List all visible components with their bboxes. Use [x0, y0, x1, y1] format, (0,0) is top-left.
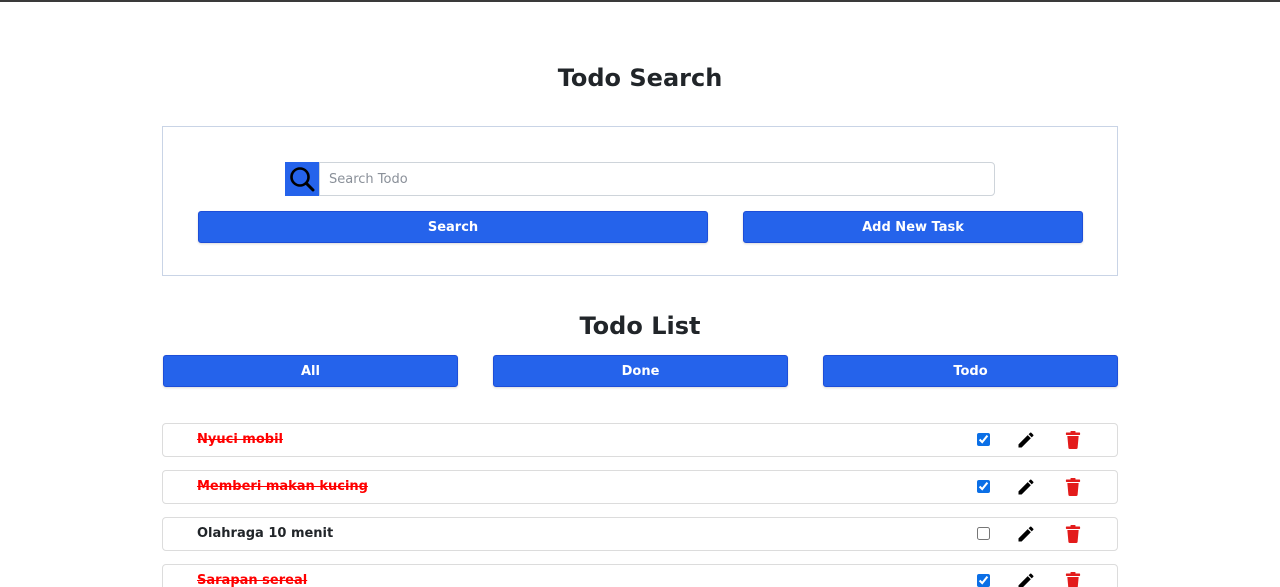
pencil-icon[interactable] — [1016, 430, 1036, 450]
filter-all-button[interactable]: All — [163, 355, 458, 387]
search-panel: Search Add New Task — [162, 126, 1118, 276]
trash-icon[interactable] — [1063, 524, 1083, 544]
todo-item-text: Memberi makan kucing — [197, 479, 368, 494]
pencil-icon[interactable] — [1016, 477, 1036, 497]
todo-item-text: Sarapan sereal — [197, 573, 308, 587]
trash-icon[interactable] — [1063, 571, 1083, 587]
todo-done-checkbox[interactable] — [977, 480, 990, 493]
todo-item: Olahraga 10 menit — [162, 517, 1118, 551]
pencil-icon[interactable] — [1016, 571, 1036, 587]
search-icon[interactable] — [285, 162, 319, 196]
search-button[interactable]: Search — [198, 211, 708, 243]
add-new-task-button[interactable]: Add New Task — [743, 211, 1083, 243]
search-bar — [285, 162, 995, 196]
search-page-title: Todo Search — [557, 64, 723, 92]
todo-done-checkbox[interactable] — [977, 527, 990, 540]
todo-item-text: Olahraga 10 menit — [197, 526, 334, 541]
trash-icon[interactable] — [1063, 477, 1083, 497]
filter-todo-button[interactable]: Todo — [823, 355, 1118, 387]
todo-item: Sarapan sereal — [162, 564, 1118, 587]
filter-done-button[interactable]: Done — [493, 355, 788, 387]
todo-item: Nyuci mobil — [162, 423, 1118, 457]
todo-item: Memberi makan kucing — [162, 470, 1118, 504]
todo-done-checkbox[interactable] — [977, 574, 990, 587]
todo-list-title: Todo List — [579, 312, 701, 340]
search-input[interactable] — [319, 162, 995, 196]
trash-icon[interactable] — [1063, 430, 1083, 450]
todo-done-checkbox[interactable] — [977, 433, 990, 446]
todo-item-text: Nyuci mobil — [197, 432, 283, 447]
pencil-icon[interactable] — [1016, 524, 1036, 544]
